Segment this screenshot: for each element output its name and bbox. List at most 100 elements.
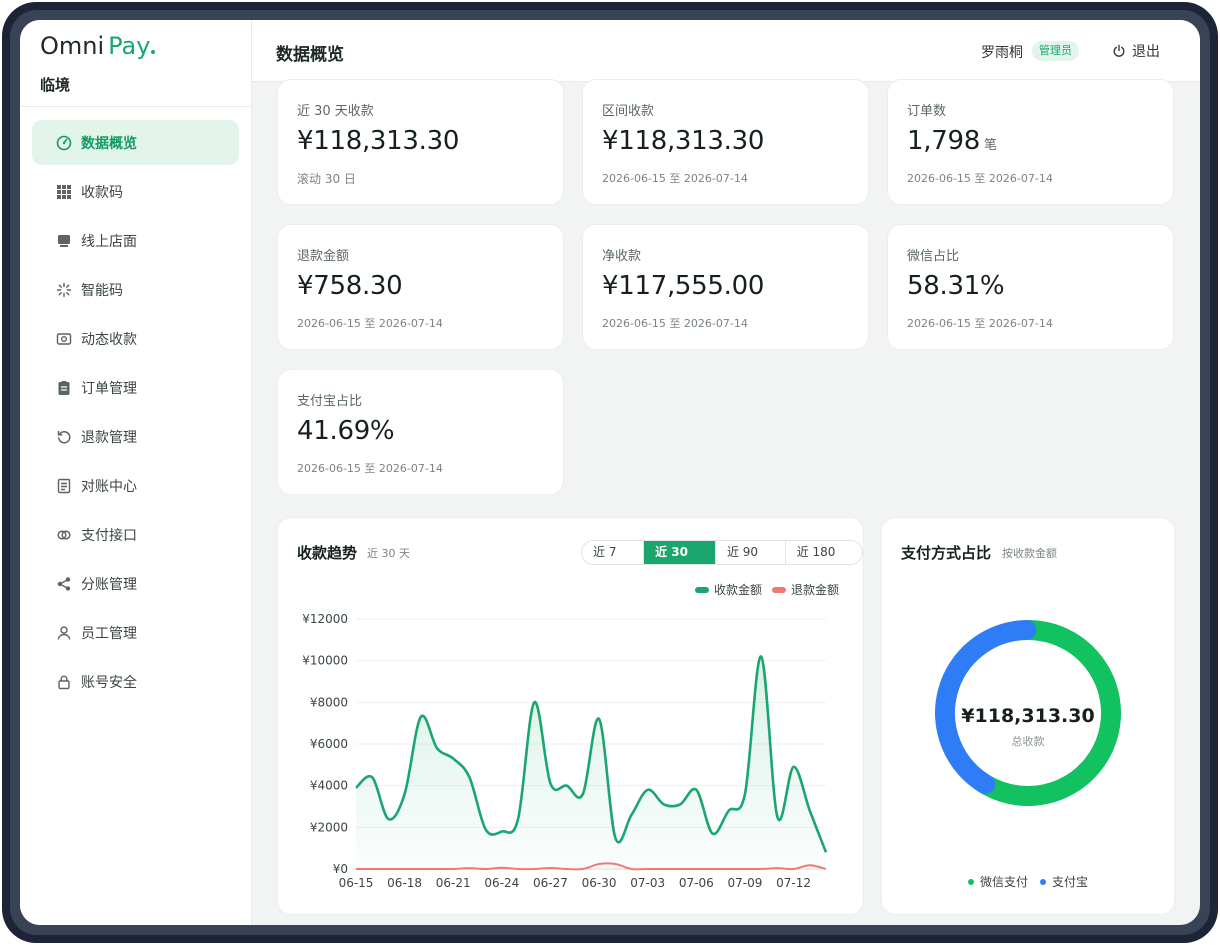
- sidebar-item-label: 数据概览: [81, 135, 137, 152]
- y-tick-label: ¥8000: [310, 695, 348, 709]
- trend-chart: ¥0 ¥2000 ¥4000 ¥6000 ¥8000 ¥10000 ¥12000 06-15 0…: [302, 612, 828, 890]
- trend-legend: 收款金额 退款金额: [685, 581, 839, 598]
- stat-value-text: ¥118,313.30: [297, 126, 460, 156]
- range-tab-180d[interactable]: 近 180 天: [784, 541, 862, 564]
- x-tick-label: 06-15: [339, 876, 374, 890]
- legend-label: 退款金额: [790, 583, 839, 597]
- grid-icon: [56, 184, 72, 200]
- donut-title: 支付方式占比: [901, 544, 992, 562]
- sidebar-item-label: 对账中心: [81, 478, 137, 495]
- omnipay-logo[interactable]: Omni Pay: [40, 32, 156, 66]
- y-tick-label: ¥4000: [310, 779, 348, 793]
- user-name[interactable]: 罗雨桐: [981, 42, 1023, 62]
- sidebar-item-staff[interactable]: 员工管理: [32, 610, 239, 655]
- legend-swatch-refund: [771, 586, 786, 593]
- legend-label: 微信支付: [979, 875, 1028, 889]
- x-tick-label: 06-30: [582, 876, 617, 890]
- logo-dot: [151, 50, 156, 54]
- stat-value: ¥758.30: [297, 271, 403, 301]
- range-tabs: 近 7 天 近 30 天 近 90 天 近 180 天: [581, 540, 863, 565]
- legend-item-refund[interactable]: 退款金额: [771, 581, 839, 598]
- stat-value: 58.31%: [907, 271, 1005, 301]
- stat-sub: 2026-06-15 至 2026-07-14: [602, 317, 748, 330]
- stat-value-text: ¥758.30: [297, 271, 403, 301]
- x-tick-label: 07-09: [728, 876, 763, 890]
- sidebar-item-label: 支付接口: [81, 527, 137, 544]
- x-tick-label: 06-24: [484, 876, 519, 890]
- x-tick-label: 07-03: [630, 876, 665, 890]
- stat-sub: 2026-06-15 至 2026-07-14: [907, 172, 1053, 185]
- logo-omni-text: Omni: [40, 32, 105, 60]
- logout-button[interactable]: 退出: [1112, 40, 1160, 62]
- sidebar-item-dashboard[interactable]: 数据概览: [32, 120, 239, 165]
- stat-sub: 滚动 30 日: [297, 172, 356, 186]
- stat-sub: 2026-06-15 至 2026-07-14: [297, 317, 443, 330]
- y-tick-label: ¥2000: [310, 820, 348, 834]
- share-icon: [56, 576, 72, 592]
- stat-value-text: 58.31%: [907, 271, 1005, 301]
- trend-chart-card: ¥0 ¥2000 ¥4000 ¥6000 ¥8000 ¥10000 ¥12000 06-15 0…: [277, 517, 864, 915]
- legend-item-income[interactable]: 收款金额: [694, 581, 762, 598]
- stat-value-text: ¥117,555.00: [602, 271, 765, 301]
- sidebar-item-label: 退款管理: [81, 429, 137, 446]
- sidebar-item-online-store[interactable]: 线上店面: [32, 218, 239, 263]
- x-tick-label: 06-27: [533, 876, 568, 890]
- legend-item-wechat[interactable]: 微信支付: [967, 873, 1028, 890]
- stat-value: ¥118,313.30: [602, 126, 764, 156]
- sidebar-item-smart-code[interactable]: 智能码: [32, 267, 239, 312]
- store-icon: [56, 233, 72, 249]
- legend-label: 支付宝: [1052, 875, 1089, 889]
- role-badge: 管理员: [1032, 41, 1079, 61]
- sidebar-item-payment-interface[interactable]: 支付接口: [32, 512, 239, 557]
- sidebar-item-label: 账号安全: [81, 674, 137, 691]
- legend-swatch-income: [694, 586, 709, 593]
- stat-card-wechat-share: 微信占比 58.31% 2026-06-15 至 2026-07-14: [887, 224, 1174, 350]
- y-tick-label: ¥12000: [302, 612, 348, 626]
- sidebar-divider: [20, 106, 251, 107]
- sidebar-item-split-payment[interactable]: 分账管理: [32, 561, 239, 606]
- stat-label: 微信占比: [907, 249, 960, 264]
- stat-value-text: 1,798: [907, 126, 980, 156]
- refund-icon: [56, 429, 72, 445]
- x-tick-label: 06-18: [387, 876, 422, 890]
- logo-pay-text: Pay: [108, 32, 151, 60]
- page-title: 数据概览: [276, 45, 344, 65]
- y-tick-label: ¥6000: [310, 737, 348, 751]
- sidebar-item-label: 订单管理: [81, 380, 137, 397]
- range-tab-90d[interactable]: 近 90 天: [714, 541, 785, 564]
- sidebar-item-label: 动态收款: [81, 331, 137, 348]
- stat-label: 退款金额: [297, 249, 350, 264]
- sidebar-item-qrcode[interactable]: 收款码: [32, 169, 239, 214]
- store-name: 临境: [40, 76, 71, 94]
- sidebar-nav: 数据概览 收款码 线上店面 智能码 动态收款 订单管理 退款管理 对账中心 支付…: [32, 120, 239, 708]
- sidebar-item-reconciliation[interactable]: 对账中心: [32, 463, 239, 508]
- stat-unit: 笔: [983, 138, 997, 153]
- sidebar-item-label: 智能码: [81, 282, 123, 299]
- sidebar-item-refunds[interactable]: 退款管理: [32, 414, 239, 459]
- stat-label: 区间收款: [602, 104, 655, 119]
- sidebar-item-dynamic-payment[interactable]: 动态收款: [32, 316, 239, 361]
- range-tab-7d[interactable]: 近 7 天: [582, 541, 643, 564]
- sidebar-item-account-security[interactable]: 账号安全: [32, 659, 239, 704]
- user-icon: [56, 625, 72, 641]
- top-header: 数据概览 罗雨桐 管理员 退出: [252, 20, 1200, 82]
- legend-item-alipay[interactable]: 支付宝: [1040, 873, 1088, 890]
- legend-dot-alipay: [1040, 878, 1046, 885]
- donut-center-label: 总收款: [1011, 735, 1045, 748]
- stat-card-range-income: 区间收款 ¥118,313.30 2026-06-15 至 2026-07-14: [582, 79, 869, 205]
- sidebar-item-orders[interactable]: 订单管理: [32, 365, 239, 410]
- donut-center-value: ¥118,313.30: [961, 705, 1095, 727]
- clipboard-icon: [56, 380, 72, 396]
- stat-sub: 2026-06-15 至 2026-07-14: [297, 462, 443, 475]
- stat-value-text: ¥118,313.30: [602, 126, 765, 156]
- legend-dot-wechat: [967, 878, 974, 885]
- x-tick-label: 06-21: [436, 876, 471, 890]
- stat-card-net-income: 净收款 ¥117,555.00 2026-06-15 至 2026-07-14: [582, 224, 869, 350]
- legend-label: 收款金额: [713, 583, 762, 597]
- camera-icon: [56, 331, 72, 347]
- sidebar-item-label: 员工管理: [81, 625, 137, 642]
- stat-card-30day-income: 近 30 天收款 ¥118,313.30 滚动 30 日: [277, 79, 564, 205]
- sidebar-item-label: 线上店面: [81, 233, 137, 250]
- range-tab-30d[interactable]: 近 30 天: [643, 541, 715, 564]
- stat-value: ¥117,555.00: [602, 271, 764, 301]
